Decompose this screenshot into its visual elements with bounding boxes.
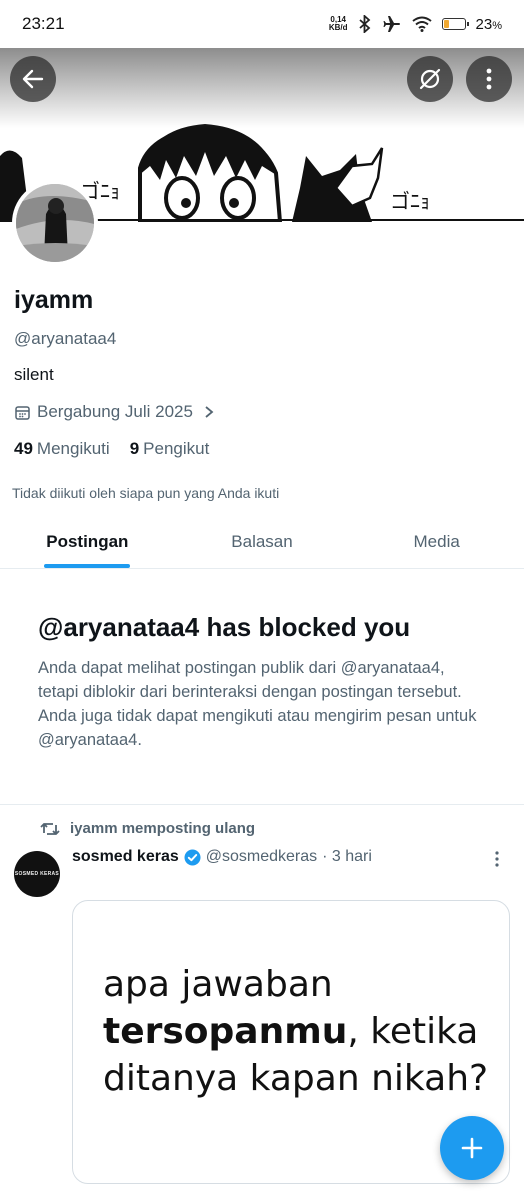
card-line-2: tersopanmu, ketika (103, 1008, 488, 1055)
following-count: 49 (14, 439, 33, 458)
card-line-1: apa jawaban (103, 964, 333, 1005)
post-author-avatar[interactable]: SOSMED KERAS (14, 851, 60, 897)
tab-media[interactable]: Media (349, 516, 524, 568)
post-author-name[interactable]: sosmed keras (72, 848, 179, 866)
battery-fill (443, 20, 449, 28)
status-bar: 23:21 0,14 KB/d 23% (0, 0, 524, 48)
compose-post-button[interactable] (440, 1116, 504, 1180)
profile-name: iyamm (14, 286, 94, 314)
following-label: Mengikuti (36, 439, 110, 458)
card-line-2-bold: tersopanmu (103, 1011, 348, 1052)
follow-stats: 49 Mengikuti 9 Pengikut (14, 439, 209, 459)
joined-date-row[interactable]: Bergabung Juli 2025 (14, 402, 215, 422)
followers-link[interactable]: 9 Pengikut (130, 439, 210, 459)
arrow-left-icon (22, 69, 44, 89)
net-speed: 0,14 KB/d (329, 16, 348, 32)
verified-badge-icon (184, 849, 201, 865)
card-line-2-rest: , ketika (347, 1011, 479, 1052)
bluetooth-icon (358, 15, 370, 33)
post-time: · 3 hari (322, 848, 372, 865)
followers-count: 9 (129, 439, 140, 458)
post-author-handle[interactable]: @sosmedkeras (206, 848, 317, 866)
repost-icon (40, 822, 60, 835)
following-link[interactable]: 49 Mengikuti (14, 439, 110, 459)
banner-text-right: ゴﾆｮ (390, 189, 430, 213)
avatar-photo (16, 184, 94, 262)
profile-bio: silent (14, 365, 54, 384)
divider (0, 804, 524, 805)
grok-button[interactable] (407, 56, 453, 102)
post-image-text: apa jawaban tersopanmu, ketika ditanya k… (103, 961, 488, 1102)
joined-date: Bergabung Juli 2025 (37, 402, 193, 421)
calendar-icon (15, 405, 30, 420)
status-icons: 0,14 KB/d 23% (329, 15, 502, 33)
blocked-description: Anda dapat melihat postingan publik dari… (38, 659, 477, 749)
tab-posts[interactable]: Postingan (0, 516, 175, 568)
airplane-icon (383, 16, 400, 32)
profile-tabs: Postingan Balasan Media (0, 516, 524, 569)
followers-label: Pengikut (143, 439, 210, 458)
chevron-right-icon (205, 406, 214, 418)
more-button[interactable] (466, 56, 512, 102)
repost-label: iyamm memposting ulang (70, 820, 256, 837)
post-more-button[interactable] (494, 850, 500, 873)
card-line-3: ditanya kapan nikah? (103, 1058, 489, 1099)
back-button[interactable] (10, 56, 56, 102)
tab-replies[interactable]: Balasan (175, 516, 350, 568)
profile-avatar[interactable] (12, 180, 98, 266)
battery-percent: 23% (475, 15, 502, 33)
profile-handle: @aryanataa4 (14, 329, 117, 348)
not-followed-note: Tidak diikuti oleh siapa pun yang Anda i… (12, 485, 280, 501)
grok-icon (419, 68, 441, 90)
more-vertical-icon (495, 851, 499, 867)
blocked-title: @aryanataa4 has blocked you (38, 612, 411, 642)
more-vertical-icon (486, 68, 492, 90)
post-header: sosmed keras @sosmedkeras · 3 hari (72, 848, 372, 866)
battery-icon (441, 18, 469, 30)
post-avatar-text: SOSMED KERAS (14, 871, 60, 877)
plus-icon (461, 1137, 483, 1159)
status-time: 23:21 (22, 14, 65, 33)
net-speed-unit: KB/d (328, 23, 348, 32)
repost-indicator[interactable]: iyamm memposting ulang (40, 820, 255, 837)
wifi-icon (411, 16, 432, 32)
